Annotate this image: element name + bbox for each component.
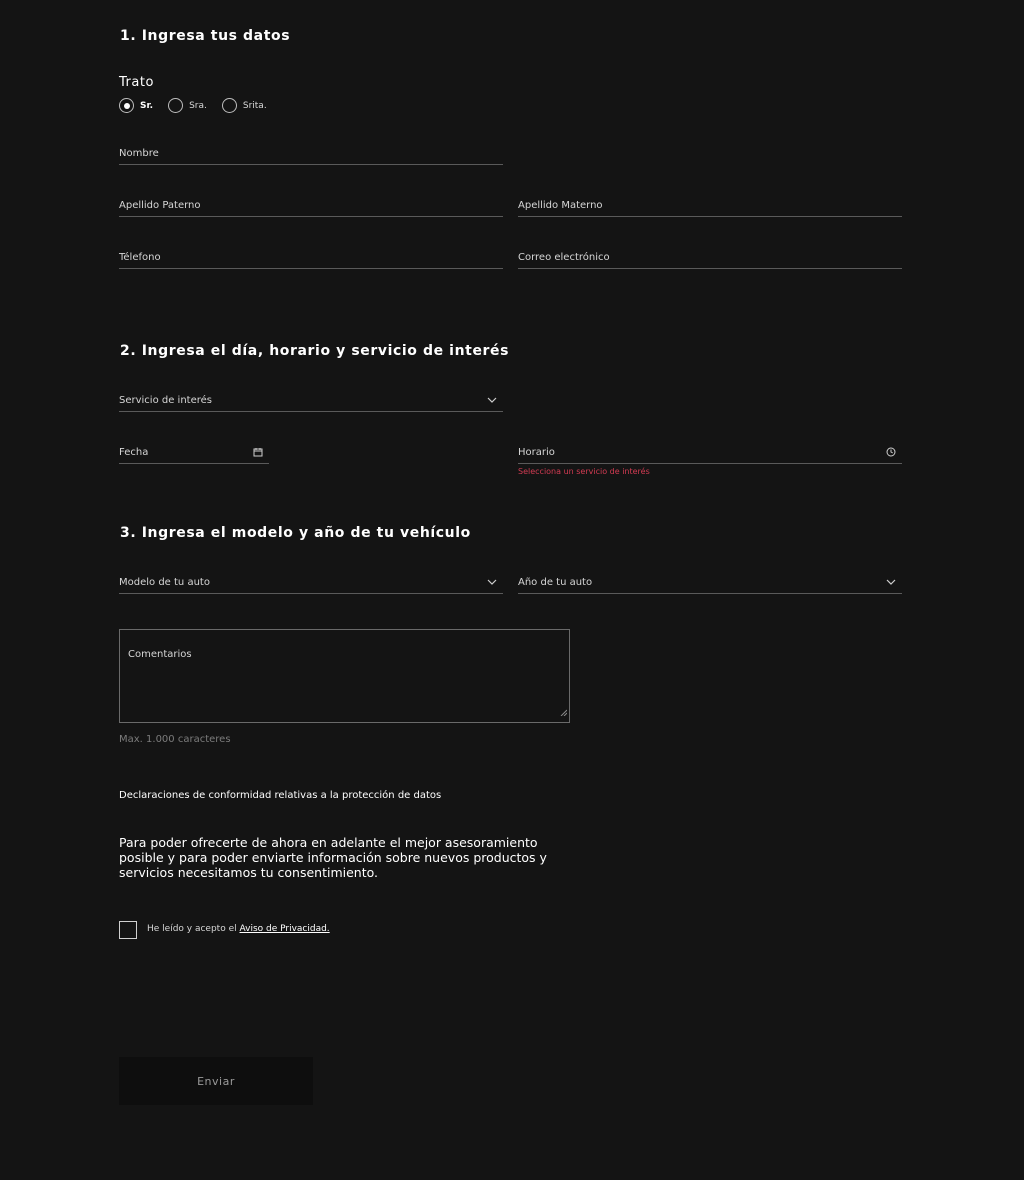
anio-select[interactable]: Año de tu auto xyxy=(518,568,902,594)
resize-grip-icon[interactable] xyxy=(560,701,568,720)
comentarios-label: Comentarios xyxy=(128,649,192,660)
section-2-title: 2. Ingresa el día, horario y servicio de… xyxy=(120,343,510,359)
apellido-paterno-field[interactable]: Apellido Paterno xyxy=(119,191,503,217)
trato-label: Trato xyxy=(119,75,154,90)
radio-sr[interactable]: Sr. xyxy=(119,98,153,113)
comentarios-textarea[interactable]: Comentarios xyxy=(119,629,570,723)
nombre-label: Nombre xyxy=(119,148,159,159)
radio-sr-label: Sr. xyxy=(140,100,154,111)
trato-radio-group: Sr. Sra. Srita. xyxy=(119,98,282,113)
section-3-title: 3. Ingresa el modelo y año de tu vehícul… xyxy=(120,525,471,541)
radio-sr-circle[interactable] xyxy=(119,98,134,113)
horario-error: Selecciona un servicio de interés xyxy=(518,467,650,476)
privacy-checkbox-label: He leído y acepto el Aviso de Privacidad… xyxy=(147,924,330,934)
submit-button[interactable]: Enviar xyxy=(119,1057,313,1105)
privacy-checkbox[interactable] xyxy=(119,921,137,939)
fecha-label: Fecha xyxy=(119,447,149,458)
calendar-icon[interactable] xyxy=(252,446,264,458)
horario-label: Horario xyxy=(518,447,555,458)
modelo-select[interactable]: Modelo de tu auto xyxy=(119,568,503,594)
section-1-title: 1. Ingresa tus datos xyxy=(120,28,291,44)
privacy-link[interactable]: Aviso de Privacidad. xyxy=(239,924,329,934)
servicio-select[interactable]: Servicio de interés xyxy=(119,386,503,412)
fecha-field[interactable]: Fecha xyxy=(119,438,269,464)
anio-label: Año de tu auto xyxy=(518,577,593,588)
radio-sra[interactable]: Sra. xyxy=(168,98,207,113)
telefono-label: Télefono xyxy=(119,252,161,263)
apellido-paterno-label: Apellido Paterno xyxy=(119,200,201,211)
privacy-checkbox-text: He leído y acepto el xyxy=(147,924,240,934)
correo-field[interactable]: Correo electrónico xyxy=(518,243,902,269)
comentarios-hint: Max. 1.000 caracteres xyxy=(119,734,231,745)
servicio-label: Servicio de interés xyxy=(119,395,213,406)
chevron-down-icon[interactable] xyxy=(885,576,897,588)
radio-sra-label: Sra. xyxy=(189,100,207,111)
chevron-down-icon[interactable] xyxy=(486,576,498,588)
chevron-down-icon[interactable] xyxy=(486,394,498,406)
apellido-materno-field[interactable]: Apellido Materno xyxy=(518,191,902,217)
consent-text: Para poder ofrecerte de ahora en adelant… xyxy=(119,835,547,880)
apellido-materno-label: Apellido Materno xyxy=(518,200,603,211)
nombre-field[interactable]: Nombre xyxy=(119,139,503,165)
consent-title: Declaraciones de conformidad relativas a… xyxy=(119,790,442,801)
radio-srita-circle[interactable] xyxy=(221,98,237,113)
radio-srita[interactable]: Srita. xyxy=(221,98,267,113)
modelo-label: Modelo de tu auto xyxy=(119,577,210,588)
radio-srita-label: Srita. xyxy=(242,100,267,111)
horario-field[interactable]: Horario xyxy=(518,438,902,464)
correo-label: Correo electrónico xyxy=(518,252,610,263)
clock-icon[interactable] xyxy=(885,446,897,458)
telefono-field[interactable]: Télefono xyxy=(119,243,503,269)
radio-sra-circle[interactable] xyxy=(168,98,184,113)
